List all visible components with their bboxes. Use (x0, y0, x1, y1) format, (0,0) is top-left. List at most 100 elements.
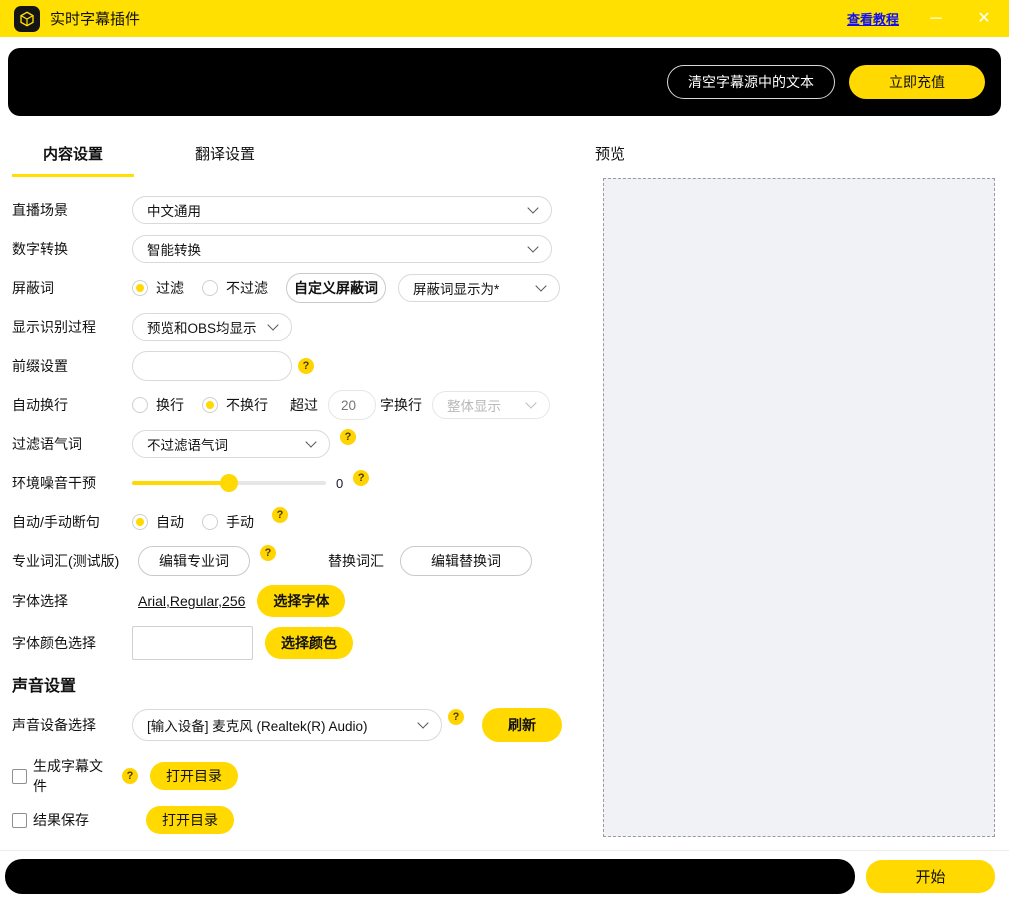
sound-device-select[interactable]: [输入设备] 麦克风 (Realtek(R) Audio) (132, 709, 442, 741)
refresh-button[interactable]: 刷新 (482, 708, 562, 742)
replace-words-label: 替换词汇 (328, 551, 384, 571)
live-scene-label: 直播场景 (12, 200, 132, 220)
minimize-icon[interactable]: ─ (925, 11, 947, 27)
number-convert-label: 数字转换 (12, 239, 132, 259)
wrap-suffix-label: 字换行 (380, 395, 422, 415)
row-blocked-words: 屏蔽词 过滤 不过滤 自定义屏蔽词 屏蔽词显示为* (12, 273, 575, 303)
close-icon[interactable]: ✕ (973, 11, 995, 27)
preview-area (603, 178, 995, 837)
sound-settings-heading: 声音设置 (12, 672, 575, 696)
row-subtitle-file: 生成字幕文件 ? 打开目录 (12, 756, 575, 796)
chevron-down-icon (305, 436, 316, 447)
preview-title: 预览 (583, 143, 995, 164)
blocked-words-nofilter-radio[interactable]: 不过滤 (202, 278, 268, 298)
segmentation-label: 自动/手动断句 (12, 512, 132, 532)
tab-bar: 内容设置 翻译设置 (12, 135, 575, 177)
edit-replace-words-button[interactable]: 编辑替换词 (400, 546, 532, 576)
chevron-down-icon (527, 241, 538, 252)
show-process-label: 显示识别过程 (12, 317, 132, 337)
open-result-dir-button[interactable]: 打开目录 (146, 806, 234, 834)
row-font: 字体选择 Arial,Regular,256 选择字体 (12, 585, 575, 617)
noise-label: 环境噪音干预 (12, 473, 132, 493)
tab-translate-settings[interactable]: 翻译设置 (164, 135, 286, 177)
row-result-save: 结果保存 打开目录 (12, 805, 575, 835)
filter-modal-select[interactable]: 不过滤语气词 (132, 430, 330, 458)
live-scene-select[interactable]: 中文通用 (132, 196, 552, 224)
live-scene-value: 中文通用 (147, 200, 519, 220)
result-save-checkbox[interactable] (12, 813, 27, 828)
noise-slider[interactable] (132, 474, 326, 492)
blocked-words-label: 屏蔽词 (12, 278, 132, 298)
row-live-scene: 直播场景 中文通用 (12, 195, 575, 225)
no-wrap-radio[interactable]: 不换行 (202, 395, 268, 415)
row-filter-modal-words: 过滤语气词 不过滤语气词 ? (12, 429, 575, 459)
footer-divider (0, 850, 1009, 851)
custom-blocked-words-button[interactable]: 自定义屏蔽词 (286, 273, 386, 303)
edit-pro-words-button[interactable]: 编辑专业词 (138, 546, 250, 576)
slider-fill (132, 481, 229, 485)
help-icon[interactable]: ? (298, 358, 314, 374)
wrap-radio[interactable]: 换行 (132, 395, 184, 415)
pro-words-label: 专业词汇(测试版) (12, 551, 138, 571)
tab-content-settings[interactable]: 内容设置 (12, 135, 134, 177)
blocked-words-filter-radio[interactable]: 过滤 (132, 278, 184, 298)
chevron-down-icon (525, 397, 536, 408)
row-segmentation: 自动/手动断句 自动 手动 ? (12, 507, 575, 537)
help-icon[interactable]: ? (272, 507, 288, 523)
start-button[interactable]: 开始 (866, 860, 995, 893)
chevron-down-icon (535, 280, 546, 291)
app-logo (14, 6, 40, 32)
auto-segment-radio[interactable]: 自动 (132, 512, 184, 532)
radio-selected-icon (202, 397, 218, 413)
help-icon[interactable]: ? (122, 768, 138, 784)
noise-value: 0 (336, 476, 343, 491)
number-convert-select[interactable]: 智能转换 (132, 235, 552, 263)
row-font-color: 字体颜色选择 选择颜色 (12, 626, 575, 660)
help-icon[interactable]: ? (353, 470, 369, 486)
app-window: 实时字幕插件 查看教程 ─ ✕ 清空字幕源中的文本 立即充值 内容设置 翻译设置… (0, 0, 1009, 903)
exceed-label: 超过 (290, 395, 318, 415)
subtitle-file-label: 生成字幕文件 (33, 756, 116, 796)
choose-color-button[interactable]: 选择颜色 (265, 627, 353, 659)
blocked-words-display-select[interactable]: 屏蔽词显示为* (398, 274, 560, 302)
display-mode-select[interactable]: 整体显示 (432, 391, 550, 419)
font-color-input[interactable] (132, 626, 253, 660)
chevron-down-icon (267, 319, 278, 330)
current-font-link[interactable]: Arial,Regular,256 (138, 593, 245, 609)
cube-logo-icon (18, 10, 36, 28)
chevron-down-icon (527, 202, 538, 213)
subtitle-file-checkbox[interactable] (12, 769, 27, 784)
top-banner: 清空字幕源中的文本 立即充值 (8, 48, 1001, 116)
help-icon[interactable]: ? (448, 709, 464, 725)
row-sound-device: 声音设备选择 [输入设备] 麦克风 (Realtek(R) Audio) ? 刷… (12, 708, 575, 742)
prefix-label: 前缀设置 (12, 356, 132, 376)
choose-font-button[interactable]: 选择字体 (257, 585, 345, 617)
manual-segment-radio[interactable]: 手动 (202, 512, 254, 532)
help-icon[interactable]: ? (340, 429, 356, 445)
radio-icon (132, 397, 148, 413)
filter-modal-label: 过滤语气词 (12, 434, 132, 454)
footer-bar: 开始 (5, 859, 995, 894)
row-pro-words: 专业词汇(测试版) 编辑专业词 ? 替换词汇 编辑替换词 (12, 546, 575, 576)
subtitle-display-bar (5, 859, 855, 894)
show-process-select[interactable]: 预览和OBS均显示 (132, 313, 292, 341)
radio-selected-icon (132, 280, 148, 296)
slider-thumb[interactable] (220, 474, 238, 492)
row-auto-wrap: 自动换行 换行 不换行 超过 字换行 整体显示 (12, 390, 575, 420)
font-label: 字体选择 (12, 591, 132, 611)
row-prefix: 前缀设置 ? (12, 351, 575, 381)
app-title: 实时字幕插件 (50, 8, 140, 29)
clear-subtitle-source-button[interactable]: 清空字幕源中的文本 (667, 65, 835, 99)
recharge-button[interactable]: 立即充值 (849, 65, 985, 99)
prefix-input[interactable] (132, 351, 292, 381)
tutorial-link[interactable]: 查看教程 (847, 9, 899, 28)
number-convert-value: 智能转换 (147, 239, 519, 259)
open-subtitle-dir-button[interactable]: 打开目录 (150, 762, 238, 790)
char-count-input[interactable] (328, 390, 376, 420)
row-noise: 环境噪音干预 0 ? (12, 468, 575, 498)
result-save-label: 结果保存 (33, 810, 89, 830)
radio-icon (202, 280, 218, 296)
titlebar: 实时字幕插件 查看教程 ─ ✕ (0, 0, 1009, 37)
help-icon[interactable]: ? (260, 545, 276, 561)
radio-selected-icon (132, 514, 148, 530)
